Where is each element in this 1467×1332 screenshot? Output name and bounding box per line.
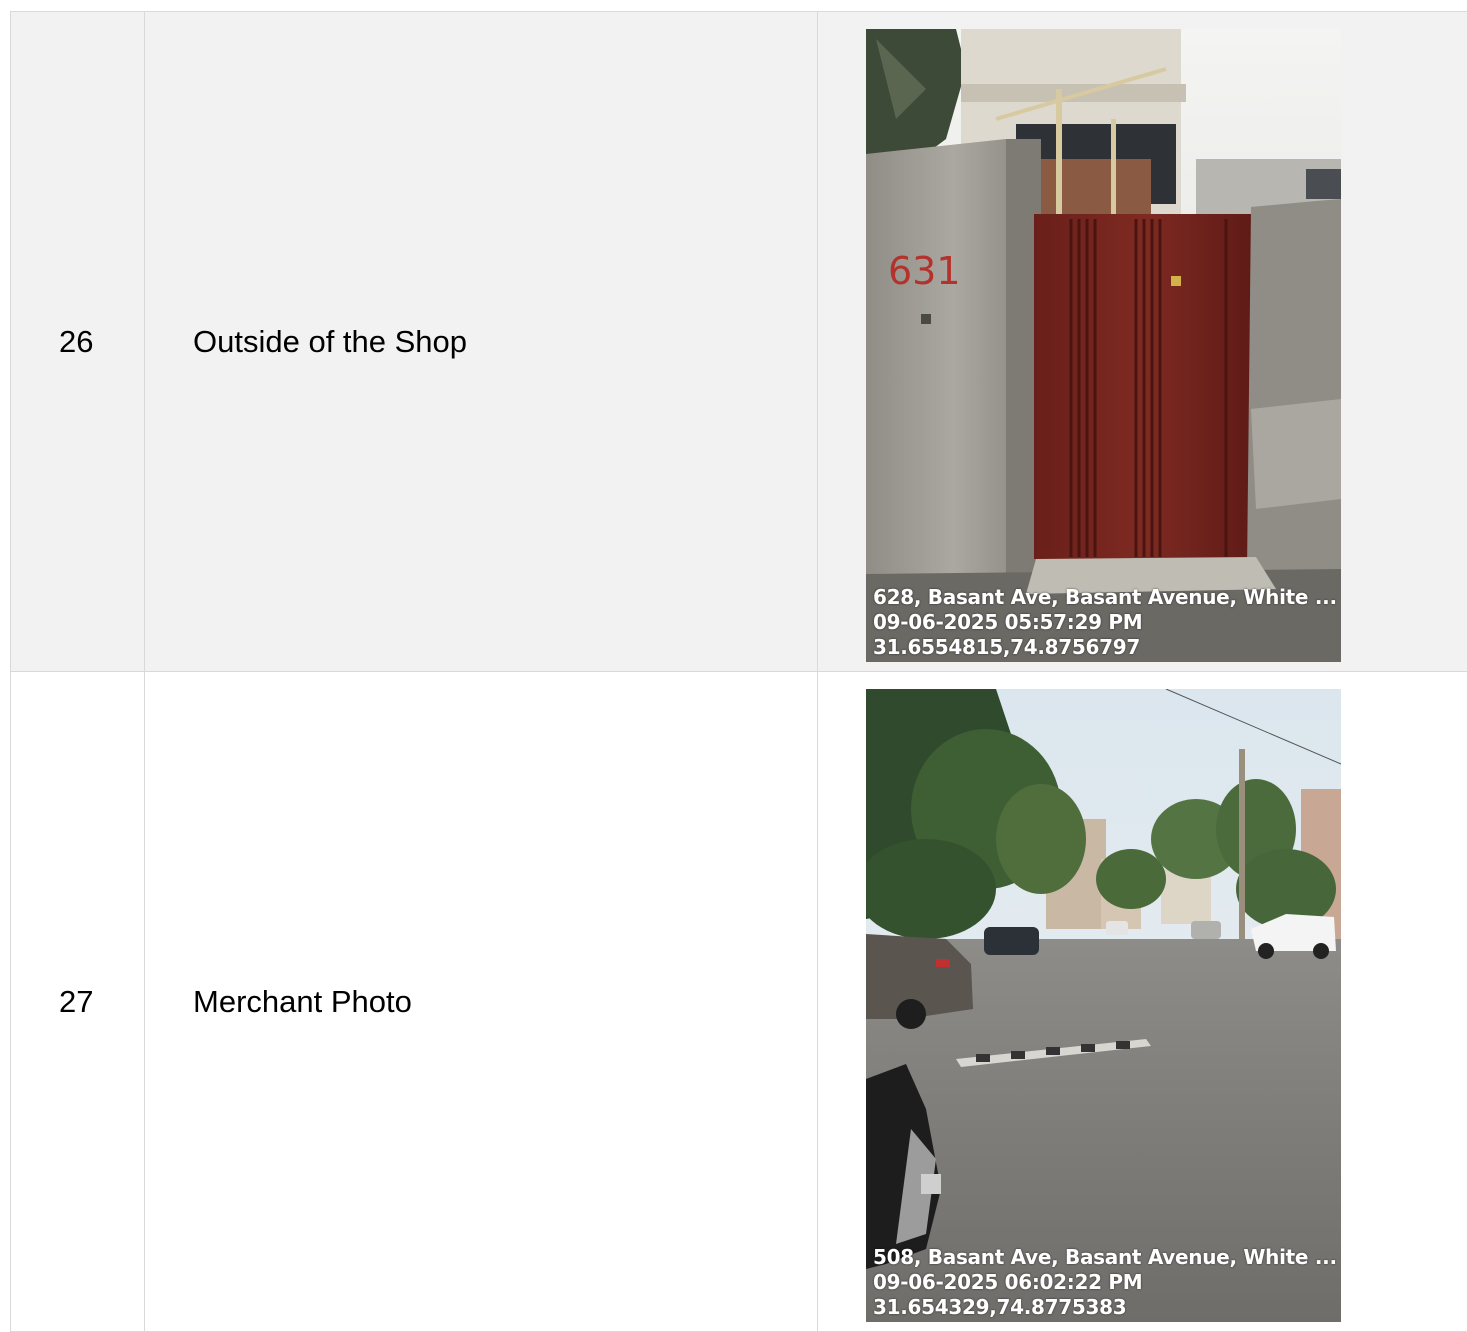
stamp-coordinates: 31.654329,74.8775383: [873, 1295, 1127, 1319]
row-photo-cell: 631 628, Basant Ave, Basant Avenue, Whit…: [818, 12, 1467, 671]
wall-number-text: 631: [888, 249, 961, 293]
row-label: Outside of the Shop: [193, 323, 468, 359]
row-label-cell: Merchant Photo: [145, 672, 818, 1331]
table-row: 27 Merchant Photo 508, Basant Ave, Basan…: [11, 672, 1467, 1332]
gate-photo-graphic: 631: [866, 29, 1341, 662]
stamp-coordinates: 31.6554815,74.8756797: [873, 635, 1140, 659]
table-row: 26 Outside of the Shop 631 628, Basant A…: [11, 12, 1467, 672]
photo-geotag-stamp: 628, Basant Ave, Basant Avenue, White ..…: [873, 585, 1337, 660]
stamp-datetime: 09-06-2025 05:57:29 PM: [873, 610, 1143, 634]
stamp-address: 508, Basant Ave, Basant Avenue, White ..…: [873, 1245, 1337, 1269]
row-label-cell: Outside of the Shop: [145, 12, 818, 671]
merchant-photo[interactable]: 508, Basant Ave, Basant Avenue, White ..…: [866, 689, 1341, 1322]
photo-geotag-stamp: 508, Basant Ave, Basant Avenue, White ..…: [873, 1245, 1337, 1320]
shop-exterior-photo[interactable]: 631 628, Basant Ave, Basant Avenue, Whit…: [866, 29, 1341, 662]
stamp-address: 628, Basant Ave, Basant Avenue, White ..…: [873, 585, 1337, 609]
stamp-datetime: 09-06-2025 06:02:22 PM: [873, 1270, 1143, 1294]
report-table: 26 Outside of the Shop 631 628, Basant A…: [10, 11, 1467, 1332]
row-number-cell: 27: [11, 672, 145, 1331]
street-photo-graphic: [866, 689, 1341, 1322]
row-photo-cell: 508, Basant Ave, Basant Avenue, White ..…: [818, 672, 1467, 1331]
row-label: Merchant Photo: [193, 983, 412, 1019]
row-number-cell: 26: [11, 12, 145, 671]
row-number: 27: [59, 983, 94, 1019]
row-number: 26: [59, 323, 94, 359]
